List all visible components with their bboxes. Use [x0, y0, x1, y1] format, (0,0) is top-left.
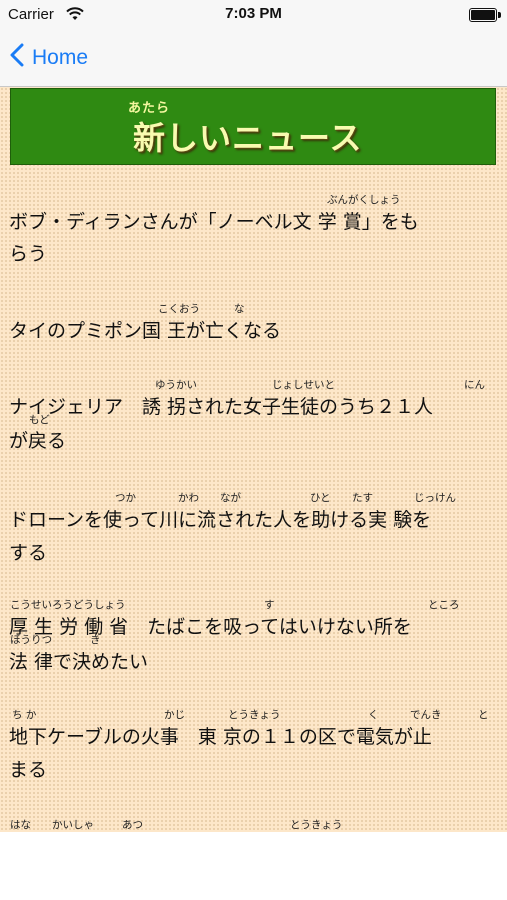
furigana: き — [90, 634, 101, 646]
news-item[interactable]: こうせいろうどうしょう す ところ 厚 生 労 働 省 たばこを吸ってはいけない… — [0, 592, 507, 673]
headline-line: 地下ケーブルの火事 東 京の１１の区で電気が止 — [9, 726, 432, 748]
back-button[interactable]: Home — [10, 40, 88, 76]
back-button-label: Home — [32, 46, 89, 69]
headline-line: ボブ・ディランさんが「ノーベル文 学 賞」をも — [9, 211, 419, 233]
furigana: と — [478, 709, 489, 721]
clock: 7:03 PM — [225, 5, 282, 22]
news-item[interactable]: つか かわ なが ひと たす じっけん ドローンを使って川に流された人を助ける実… — [0, 485, 507, 565]
news-item[interactable]: ち か かじ とうきょう く でんき と 地下ケーブルの火事 東 京の１１の区で… — [0, 702, 507, 782]
furigana: でんき — [410, 709, 442, 721]
furigana: かじ — [164, 709, 185, 721]
furigana: はな — [10, 819, 31, 831]
furigana: にん — [464, 379, 485, 391]
news-list[interactable]: あたら 新しいニュース ぶんがくしょう ボブ・ディランさんが「ノーベル文 学 賞… — [0, 87, 507, 832]
headline-line: タイのプミポン国 王が亡くなる — [9, 320, 282, 342]
furigana: ち か — [12, 709, 37, 721]
news-item[interactable]: はな かいしゃ あつ とうきょう — [0, 812, 507, 832]
furigana: ひと — [310, 492, 331, 504]
news-item[interactable]: ゆうかい じょしせいと にん ナイジェリア 誘 拐された女子生徒のうち２１人 も… — [0, 372, 507, 452]
chevron-left-icon — [10, 43, 32, 73]
headline-line: 法 律で決めたい — [9, 651, 149, 673]
headline-line: が戻る — [9, 430, 67, 452]
furigana: こうせいろうどうしょう — [10, 599, 126, 611]
news-banner: あたら 新しいニュース — [10, 88, 496, 165]
furigana: ほうりつ — [10, 634, 53, 646]
furigana: たす — [352, 492, 373, 504]
furigana: な — [234, 303, 245, 315]
navigation-bar: Home — [0, 30, 507, 87]
status-bar: Carrier 7:03 PM — [0, 0, 507, 30]
news-item[interactable]: こくおう な タイのプミポン国 王が亡くなる — [0, 295, 507, 345]
furigana: じょしせいと — [272, 379, 335, 391]
headline-line: する — [9, 542, 48, 564]
furigana: とうきょう — [290, 819, 343, 831]
headline-line: ドローンを使って川に流された人を助ける実 験を — [9, 509, 432, 531]
headline-line: まる — [9, 759, 48, 781]
furigana: とうきょう — [228, 709, 281, 721]
furigana: こくおう — [158, 303, 200, 315]
banner-title: 新しいニュース — [133, 119, 363, 157]
furigana: もど — [29, 414, 50, 426]
furigana: かわ — [178, 492, 199, 504]
furigana: なが — [220, 492, 241, 504]
furigana: く — [368, 709, 379, 721]
furigana: ところ — [428, 599, 460, 611]
headline-line: 厚 生 労 働 省 たばこを吸ってはいけない所を — [9, 616, 412, 638]
furigana: あつ — [122, 819, 143, 831]
furigana: つか — [115, 492, 136, 504]
furigana: ぶんがくしょう — [327, 194, 401, 206]
battery-icon — [469, 8, 501, 22]
furigana: かいしゃ — [52, 819, 94, 831]
furigana: ゆうかい — [155, 379, 197, 391]
headline-line: らう — [9, 243, 48, 265]
furigana: じっけん — [414, 492, 456, 504]
furigana: す — [264, 599, 275, 611]
news-item[interactable]: ぶんがくしょう ボブ・ディランさんが「ノーベル文 学 賞」をも らう — [0, 187, 507, 267]
headline-line: ナイジェリア 誘 拐された女子生徒のうち２１人 — [9, 396, 434, 418]
